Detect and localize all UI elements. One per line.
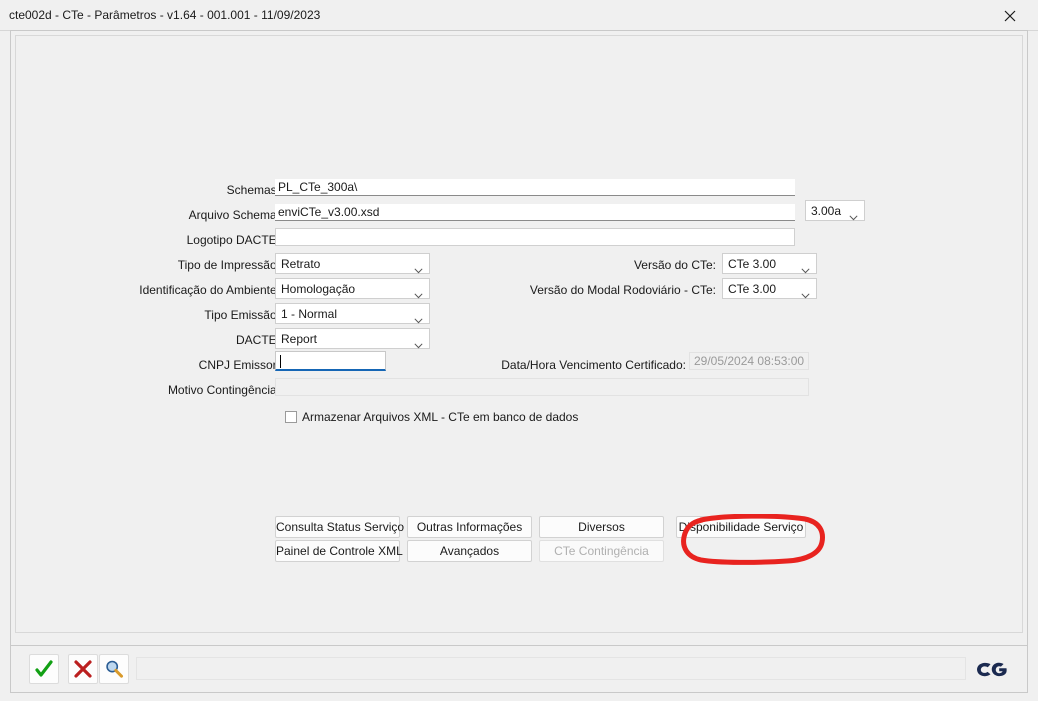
cnpj-emissor-label: CNPJ Emissor: [198, 358, 280, 372]
versao-cte-combo[interactable]: CTe 3.00 [722, 253, 817, 274]
data-hora-vencimento-value: 29/05/2024 08:53:00 [689, 352, 809, 370]
identificacao-ambiente-combo[interactable]: Homologação [275, 278, 430, 299]
logotipo-dacte-input[interactable] [275, 228, 795, 246]
text-caret [280, 355, 281, 368]
outras-informacoes-button[interactable]: Outras Informações [407, 516, 532, 538]
versao-modal-rodoviario-value: CTe 3.00 [728, 282, 777, 296]
chevron-down-icon [801, 286, 810, 304]
chevron-down-icon [801, 261, 810, 279]
close-x-icon [74, 660, 92, 678]
cte-contingencia-button: CTe Contingência [539, 540, 664, 562]
armazenar-xml-label: Armazenar Arquivos XML - CTe em banco de… [302, 410, 579, 424]
dacte-label: DACTE: [235, 333, 280, 347]
dacte-value: Report [281, 332, 318, 346]
tipo-impressao-combo[interactable]: Retrato [275, 253, 430, 274]
magnifier-icon [106, 660, 123, 678]
versao-modal-rodoviario-label: Versão do Modal Rodoviário - CTe: [529, 283, 716, 297]
logotipo-dacte-label: Logotipo DACTE: [186, 233, 280, 247]
data-hora-vencimento-label: Data/Hora Vencimento Certificado: [501, 358, 686, 372]
close-icon[interactable] [1000, 6, 1020, 26]
window-title: cte002d - CTe - Parâmetros - v1.64 - 001… [9, 8, 321, 22]
motivo-contingencia-input [275, 378, 809, 396]
bottom-toolbar [10, 645, 1028, 693]
chevron-down-icon [414, 336, 423, 354]
cg-logo [975, 661, 1009, 678]
tipo-impressao-value: Retrato [281, 257, 321, 271]
identificacao-ambiente-value: Homologação [281, 282, 356, 296]
search-button[interactable] [99, 654, 129, 684]
tipo-emissao-value: 1 - Normal [281, 307, 338, 321]
versao-modal-rodoviario-combo[interactable]: CTe 3.00 [722, 278, 817, 299]
chevron-down-icon [414, 261, 423, 279]
cancel-button[interactable] [68, 654, 98, 684]
armazenar-xml-checkbox[interactable] [285, 411, 297, 423]
confirm-button[interactable] [29, 654, 59, 684]
versao-cte-value: CTe 3.00 [728, 257, 777, 271]
dacte-combo[interactable]: Report [275, 328, 430, 349]
tipo-emissao-combo[interactable]: 1 - Normal [275, 303, 430, 324]
arquivo-schema-input[interactable] [275, 204, 795, 221]
avancados-button[interactable]: Avançados [407, 540, 532, 562]
painel-controle-xml-button[interactable]: Painel de Controle XML [275, 540, 403, 562]
status-field [136, 657, 966, 680]
client-area: Schemas: Arquivo Schema: 3.00a Logotipo … [10, 30, 1028, 666]
disponibilidade-servico-button[interactable]: Disponibilidade Serviço [676, 516, 806, 538]
versao-schema-combo[interactable]: 3.00a [805, 200, 865, 221]
schemas-label: Schemas: [226, 183, 280, 197]
check-icon [35, 660, 53, 677]
title-bar: cte002d - CTe - Parâmetros - v1.64 - 001… [0, 0, 1038, 31]
versao-schema-value: 3.00a [811, 204, 842, 218]
consulta-status-servico-button[interactable]: Consulta Status Serviço [275, 516, 404, 538]
schemas-input[interactable] [275, 179, 795, 196]
tipo-impressao-label: Tipo de Impressão: [177, 258, 280, 272]
arquivo-schema-label: Arquivo Schema: [188, 208, 280, 222]
parameters-panel: Schemas: Arquivo Schema: 3.00a Logotipo … [15, 35, 1023, 633]
application-window: cte002d - CTe - Parâmetros - v1.64 - 001… [0, 0, 1038, 701]
tipo-emissao-label: Tipo Emissão: [204, 308, 280, 322]
versao-cte-label: Versão do CTe: [633, 258, 716, 272]
chevron-down-icon [849, 208, 858, 226]
identificacao-ambiente-label: Identificação do Ambiente: [139, 283, 280, 297]
chevron-down-icon [414, 311, 423, 329]
motivo-contingencia-label: Motivo Contingência: [167, 383, 280, 397]
diversos-button[interactable]: Diversos [539, 516, 664, 538]
cnpj-emissor-input[interactable] [275, 351, 386, 371]
